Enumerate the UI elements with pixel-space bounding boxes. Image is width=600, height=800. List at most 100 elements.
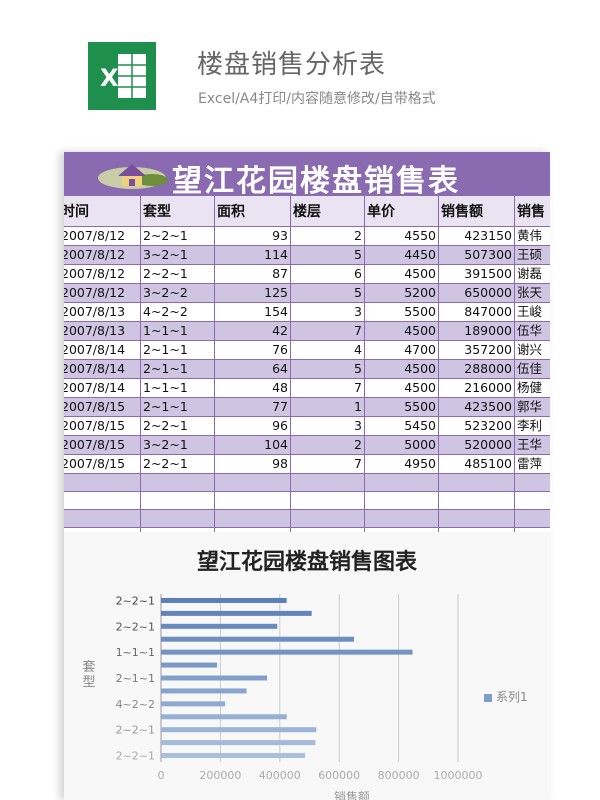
- chart-bar[interactable]: [161, 675, 268, 681]
- table-cell[interactable]: 3: [290, 301, 365, 322]
- table-cell[interactable]: 114: [214, 244, 291, 265]
- table-cell[interactable]: [364, 490, 439, 510]
- table-cell[interactable]: 王华: [514, 434, 550, 455]
- table-cell[interactable]: [438, 472, 515, 492]
- table-cell[interactable]: [140, 490, 215, 510]
- table-cell[interactable]: [214, 490, 291, 510]
- table-cell[interactable]: 2007/8/14: [64, 358, 141, 379]
- column-header-price[interactable]: 单价: [364, 196, 439, 227]
- table-cell[interactable]: 48: [214, 377, 291, 398]
- table-cell[interactable]: 4500: [364, 320, 439, 341]
- table-cell[interactable]: 2~1~1: [140, 339, 215, 360]
- table-cell[interactable]: 2~2~1: [140, 225, 215, 246]
- table-cell[interactable]: 2007/8/12: [64, 263, 141, 284]
- chart-bar[interactable]: [161, 688, 247, 694]
- column-header-salesperson[interactable]: 销售: [514, 196, 550, 227]
- table-cell[interactable]: 216000: [438, 377, 515, 398]
- table-cell[interactable]: 5200: [364, 282, 439, 303]
- table-cell[interactable]: 1~1~1: [140, 320, 215, 341]
- table-cell[interactable]: [140, 472, 215, 492]
- table-cell[interactable]: 6: [290, 263, 365, 284]
- table-cell[interactable]: 154: [214, 301, 291, 322]
- column-header-time[interactable]: 时间: [64, 196, 141, 227]
- table-cell[interactable]: 2: [290, 434, 365, 455]
- table-cell[interactable]: [290, 490, 365, 510]
- table-cell[interactable]: 2~2~1: [140, 415, 215, 436]
- table-cell[interactable]: 650000: [438, 282, 515, 303]
- table-cell[interactable]: 847000: [438, 301, 515, 322]
- table-cell[interactable]: 523200: [438, 415, 515, 436]
- table-cell[interactable]: 2007/8/13: [64, 320, 141, 341]
- table-cell[interactable]: 郭华: [514, 396, 550, 417]
- chart-bar[interactable]: [161, 610, 312, 616]
- chart-bar[interactable]: [161, 649, 413, 655]
- table-cell[interactable]: 5: [290, 358, 365, 379]
- table-cell[interactable]: [364, 472, 439, 492]
- table-cell[interactable]: 5: [290, 282, 365, 303]
- table-cell[interactable]: 4~2~2: [140, 301, 215, 322]
- table-cell[interactable]: [214, 508, 291, 528]
- table-cell[interactable]: 杨健: [514, 377, 550, 398]
- table-cell[interactable]: 王峻: [514, 301, 550, 322]
- table-cell[interactable]: 5500: [364, 301, 439, 322]
- table-cell[interactable]: 3~2~2: [140, 282, 215, 303]
- table-cell[interactable]: 2007/8/15: [64, 415, 141, 436]
- table-cell[interactable]: 3: [290, 415, 365, 436]
- table-cell[interactable]: 4: [290, 339, 365, 360]
- table-cell[interactable]: 7: [290, 377, 365, 398]
- table-cell[interactable]: 4950: [364, 453, 439, 474]
- chart-bar[interactable]: [161, 740, 316, 746]
- table-cell[interactable]: 4550: [364, 225, 439, 246]
- table-cell[interactable]: 423500: [438, 396, 515, 417]
- table-cell[interactable]: 96: [214, 415, 291, 436]
- table-cell[interactable]: [290, 472, 365, 492]
- chart-bar[interactable]: [161, 727, 317, 733]
- table-cell[interactable]: 1: [290, 396, 365, 417]
- table-cell[interactable]: 2007/8/14: [64, 377, 141, 398]
- table-cell[interactable]: [140, 508, 215, 528]
- table-cell[interactable]: 王硕: [514, 244, 550, 265]
- table-cell[interactable]: 93: [214, 225, 291, 246]
- table-cell[interactable]: [438, 508, 515, 528]
- table-cell[interactable]: 1~1~1: [140, 377, 215, 398]
- table-cell[interactable]: 2007/8/15: [64, 434, 141, 455]
- chart-bar[interactable]: [161, 662, 218, 668]
- table-cell[interactable]: 520000: [438, 434, 515, 455]
- table-cell[interactable]: 雷萍: [514, 453, 550, 474]
- table-cell[interactable]: 7: [290, 320, 365, 341]
- chart-bar[interactable]: [161, 714, 287, 720]
- column-header-sales[interactable]: 销售额: [438, 196, 515, 227]
- column-header-area[interactable]: 面积: [214, 196, 291, 227]
- table-cell[interactable]: 5450: [364, 415, 439, 436]
- table-cell[interactable]: 张天: [514, 282, 550, 303]
- table-cell[interactable]: 2~1~1: [140, 358, 215, 379]
- chart-bar[interactable]: [161, 636, 355, 642]
- table-cell[interactable]: 87: [214, 263, 291, 284]
- table-cell[interactable]: [290, 508, 365, 528]
- table-cell[interactable]: 5000: [364, 434, 439, 455]
- chart-bar[interactable]: [161, 623, 278, 629]
- table-cell[interactable]: 2: [290, 225, 365, 246]
- table-cell[interactable]: 2007/8/15: [64, 453, 141, 474]
- table-cell[interactable]: 2007/8/12: [64, 225, 141, 246]
- table-cell[interactable]: 42: [214, 320, 291, 341]
- table-cell[interactable]: 4500: [364, 263, 439, 284]
- chart-bar[interactable]: [161, 701, 226, 707]
- table-cell[interactable]: 2007/8/13: [64, 301, 141, 322]
- table-cell[interactable]: 76: [214, 339, 291, 360]
- table-cell[interactable]: 5: [290, 244, 365, 265]
- table-cell[interactable]: 3~2~1: [140, 434, 215, 455]
- table-cell[interactable]: 98: [214, 453, 291, 474]
- table-cell[interactable]: 4500: [364, 358, 439, 379]
- table-cell[interactable]: 5500: [364, 396, 439, 417]
- table-cell[interactable]: 3~2~1: [140, 244, 215, 265]
- table-cell[interactable]: 189000: [438, 320, 515, 341]
- table-cell[interactable]: 288000: [438, 358, 515, 379]
- table-cell[interactable]: 2~2~1: [140, 263, 215, 284]
- table-cell[interactable]: [64, 508, 141, 528]
- table-cell[interactable]: [514, 472, 550, 492]
- table-cell[interactable]: [64, 472, 141, 492]
- table-cell[interactable]: 伍佳: [514, 358, 550, 379]
- table-cell[interactable]: [214, 472, 291, 492]
- table-cell[interactable]: [64, 490, 141, 510]
